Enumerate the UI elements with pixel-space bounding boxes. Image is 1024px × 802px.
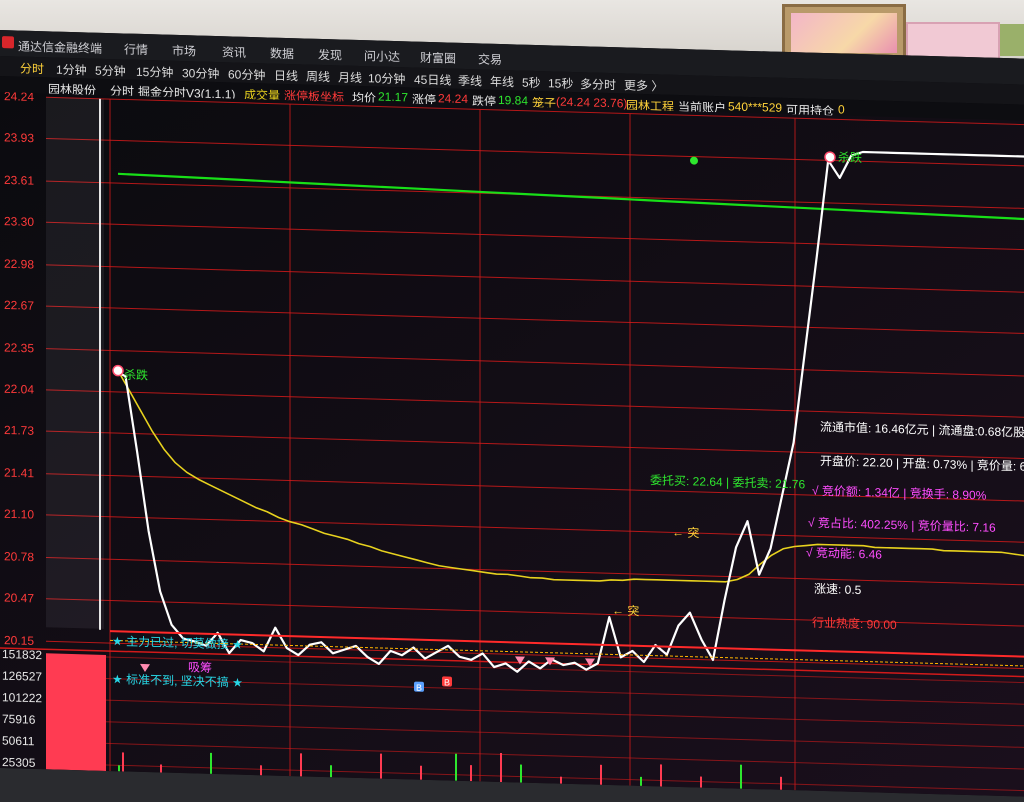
period-tab-30min[interactable]: 30分钟 xyxy=(182,64,219,82)
breakout-label: ← 突 xyxy=(672,524,699,540)
period-tab-1min[interactable]: 1分钟 xyxy=(56,61,87,79)
price-tick-label: 20.78 xyxy=(4,549,34,564)
volume-tick-label: 101222 xyxy=(2,690,42,705)
breakout-label: ← 突 xyxy=(612,603,639,619)
price-tick-label: 20.15 xyxy=(4,633,34,648)
volume-bar xyxy=(780,776,782,790)
price-tick-label: 22.35 xyxy=(4,340,34,355)
volume-bar xyxy=(740,764,742,789)
volume-bar xyxy=(380,753,382,779)
app-logo-icon xyxy=(2,36,14,49)
sell-signal-label: 杀跌 xyxy=(124,367,148,383)
volume-bar xyxy=(122,752,124,772)
volume-bar-open xyxy=(46,653,106,771)
volume-bar xyxy=(300,753,302,777)
volume-bar xyxy=(500,752,502,783)
price-tick-label: 20.47 xyxy=(4,591,34,606)
menu-item-market[interactable]: 行情 xyxy=(124,40,148,58)
s-marker-label: B xyxy=(444,677,450,687)
period-tab-45day[interactable]: 45日线 xyxy=(414,71,451,89)
period-tab-weekly[interactable]: 周线 xyxy=(306,68,330,86)
price-tick-label: 21.10 xyxy=(4,507,34,522)
menu-item-data[interactable]: 数据 xyxy=(270,45,294,63)
volume-tick-label: 75916 xyxy=(2,712,36,727)
price-tick-label: 23.30 xyxy=(4,214,34,229)
volume-bar xyxy=(118,765,120,772)
sell-signal-icon xyxy=(824,151,836,163)
menu-item-ask[interactable]: 问小达 xyxy=(364,47,400,65)
menu-item-discover[interactable]: 发现 xyxy=(318,46,342,64)
monitor-screen: 通达信金融终端 行情 市场 资讯 数据 发现 问小达 财富圈 交易 分时 1分钟… xyxy=(0,30,1024,797)
volume-bar xyxy=(700,776,702,788)
b-marker-label: B xyxy=(416,683,422,693)
price-tick-label: 23.93 xyxy=(4,130,34,145)
volume-bar xyxy=(520,764,522,783)
period-tab-multi[interactable]: 多分时 xyxy=(580,75,616,93)
period-tab-5min[interactable]: 5分钟 xyxy=(95,62,126,80)
chart-area[interactable]: 24.24 23.93 23.61 23.30 22.98 22.67 22.35 22.04… xyxy=(0,81,1024,797)
period-tab-more[interactable]: 更多 〉 xyxy=(624,76,663,94)
intraday-chart[interactable]: 24.2423.9323.6123.3022.9822.6722.3522.04… xyxy=(0,81,1024,797)
absorb-label: 吸筹 xyxy=(188,660,212,675)
wall-decoration xyxy=(1000,24,1024,56)
volume-tick-label: 126527 xyxy=(2,669,42,684)
info-speed: 涨速: 0.5 xyxy=(814,581,862,597)
price-tick-label: 22.67 xyxy=(4,298,34,313)
volume-bar xyxy=(210,752,212,774)
menu-item-news[interactable]: 资讯 xyxy=(222,43,246,61)
volume-bar xyxy=(455,753,457,781)
period-tab-15sec[interactable]: 15秒 xyxy=(548,74,573,92)
info-industry-heat: 行业热度: 90.00 xyxy=(812,615,897,632)
volume-bar xyxy=(160,764,162,773)
price-tick-label: 23.61 xyxy=(4,173,34,188)
price-tick-label: 22.04 xyxy=(4,382,34,397)
volume-bar xyxy=(330,765,332,778)
menu-item-trade[interactable]: 交易 xyxy=(478,50,502,68)
period-tab-10min[interactable]: 10分钟 xyxy=(368,69,405,87)
left-pre-market-panel xyxy=(46,97,104,629)
price-tick-label: 21.41 xyxy=(4,466,34,481)
period-tab-daily[interactable]: 日线 xyxy=(274,67,298,85)
volume-bar xyxy=(260,765,262,776)
menu-item-markets[interactable]: 市场 xyxy=(172,42,196,60)
period-tab-quarterly[interactable]: 季线 xyxy=(458,72,482,90)
price-tick-label: 21.73 xyxy=(4,423,34,438)
period-tab-5sec[interactable]: 5秒 xyxy=(522,74,541,92)
period-tab-60min[interactable]: 60分钟 xyxy=(228,65,265,83)
period-tab-15min[interactable]: 15分钟 xyxy=(136,63,173,81)
volume-bar xyxy=(640,776,642,786)
menu-item-wealth[interactable]: 财富圈 xyxy=(420,49,456,67)
period-tab-intraday[interactable]: 分时 xyxy=(20,60,44,78)
wall-picture-frame-2 xyxy=(906,22,1000,60)
sell-signal-icon xyxy=(112,364,124,377)
volume-tick-label: 151832 xyxy=(2,647,42,662)
app-title: 通达信金融终端 xyxy=(18,39,103,56)
info-auction-momentum: √ 竞动能: 6.46 xyxy=(806,546,882,562)
volume-tick-label: 50611 xyxy=(2,733,35,748)
period-tab-monthly[interactable]: 月线 xyxy=(338,68,362,86)
period-tab-yearly[interactable]: 年线 xyxy=(490,73,514,91)
volume-bar xyxy=(560,776,562,784)
sell-signal-label: 杀跌 xyxy=(838,149,862,165)
price-tick-label: 22.98 xyxy=(4,257,34,272)
